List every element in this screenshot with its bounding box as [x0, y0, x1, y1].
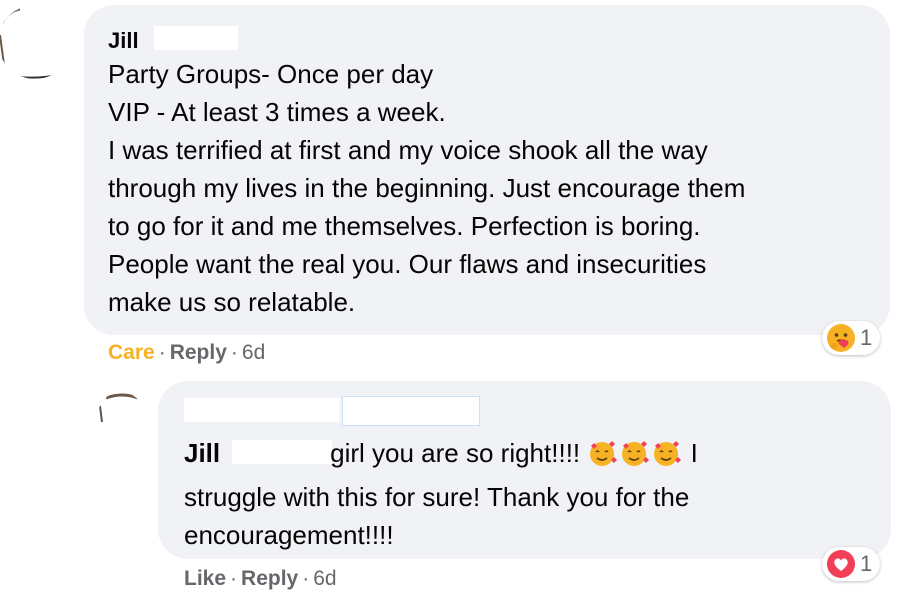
reply-line: encouragement!!!! [184, 520, 394, 550]
comment-actions: Care · Reply · 6d [108, 341, 265, 365]
reply-line: struggle with this for sure! Thank you f… [184, 482, 690, 512]
comment-line: through my lives in the beginning. Just … [108, 173, 746, 203]
smiling-face-with-hearts-icon [590, 441, 618, 466]
redacted-name [184, 398, 340, 422]
commenter-avatar[interactable] [0, 5, 72, 79]
replier-avatar[interactable] [98, 392, 144, 438]
love-heart-icon [827, 550, 855, 578]
separator: · [230, 567, 238, 590]
smiling-face-with-hearts-icon [654, 441, 682, 466]
reaction-count: 1 [860, 325, 873, 350]
separator: · [302, 567, 310, 590]
redacted-name [342, 396, 480, 426]
mention-tag[interactable]: Jill [184, 438, 220, 468]
redacted-name [154, 26, 238, 50]
reaction-count: 1 [860, 551, 873, 576]
comment-line: People want the real you. Our flaws and … [108, 249, 707, 279]
timestamp[interactable]: 6d [313, 567, 336, 590]
comment-author[interactable]: Jill [108, 28, 139, 54]
comment-reaction-count[interactable]: 1 [822, 321, 881, 355]
reply-actions: Like · Reply · 6d [184, 567, 337, 591]
comment-text: Party Groups- Once per day VIP - At leas… [108, 55, 878, 321]
smiling-face-with-hearts-icon [622, 441, 650, 466]
timestamp[interactable]: 6d [242, 341, 265, 364]
emoji-row [587, 438, 683, 478]
comment-line: Party Groups- Once per day [108, 59, 434, 89]
comment-line: I was terrified at first and my voice sh… [108, 135, 708, 165]
care-reaction-button[interactable]: Care [108, 341, 155, 364]
separator: · [230, 341, 238, 364]
comment-line: VIP - At least 3 times a week. [108, 97, 446, 127]
reply-text-part: I [690, 438, 698, 468]
like-button[interactable]: Like [184, 567, 226, 590]
reply-button[interactable]: Reply [241, 567, 298, 590]
reply-text: Jill girl you are so right!!!! I struggle… [184, 434, 874, 554]
reply-text-part: girl you are so right!!!! [330, 438, 581, 468]
comment-line: make us so relatable. [108, 287, 356, 317]
comment-line: to go for it and me themselves. Perfecti… [108, 211, 701, 241]
reply-line: Jill girl you are so right!!!! I [184, 434, 874, 478]
separator: · [158, 341, 166, 364]
reply-reaction-count[interactable]: 1 [822, 547, 881, 581]
reply-button[interactable]: Reply [170, 341, 227, 364]
care-emoji-icon [827, 324, 855, 352]
